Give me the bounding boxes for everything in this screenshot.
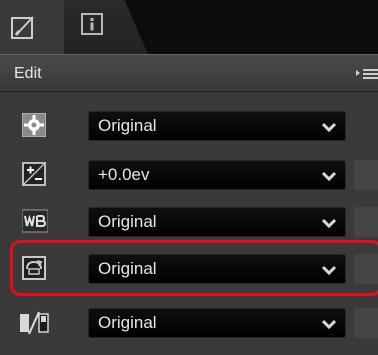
dropdown-value: Original xyxy=(98,313,157,332)
edit-header: Edit xyxy=(0,54,378,92)
chevron-down-icon xyxy=(321,317,337,330)
info-icon xyxy=(80,12,104,41)
edit-icon xyxy=(10,14,36,45)
panel-menu-icon[interactable] xyxy=(354,65,378,83)
camera-settings-icon xyxy=(21,112,47,138)
exposure-compensation-icon xyxy=(22,162,46,186)
side-button[interactable] xyxy=(354,160,378,190)
tab-edit[interactable] xyxy=(0,0,65,54)
dropdown-value: Original xyxy=(98,212,157,231)
settings-row-camera: Original xyxy=(0,101,378,151)
highlight-frame xyxy=(10,240,378,296)
settings-row-light-dark: Original xyxy=(0,298,378,348)
chevron-down-icon xyxy=(321,216,337,229)
side-button[interactable] xyxy=(354,308,378,338)
exposure-dropdown[interactable]: +0.0ev xyxy=(88,160,346,190)
side-button[interactable] xyxy=(354,207,378,237)
chevron-down-icon xyxy=(321,169,337,182)
dropdown-value: +0.0ev xyxy=(98,165,150,184)
light-dark-adjust-icon xyxy=(18,310,50,335)
white-balance-icon xyxy=(21,209,49,233)
tab-info[interactable] xyxy=(64,0,148,54)
camera-settings-dropdown[interactable]: Original xyxy=(88,111,346,141)
tab-bar xyxy=(0,0,378,54)
panel-title: Edit xyxy=(14,65,42,82)
dropdown-value: Original xyxy=(98,116,157,135)
settings-row-exposure: +0.0ev xyxy=(0,150,378,200)
light-dark-dropdown[interactable]: Original xyxy=(88,308,346,338)
chevron-down-icon xyxy=(321,120,337,133)
white-balance-dropdown[interactable]: Original xyxy=(88,207,346,237)
edit-panel: Edit Original +0.0ev Original Original O… xyxy=(0,0,378,355)
